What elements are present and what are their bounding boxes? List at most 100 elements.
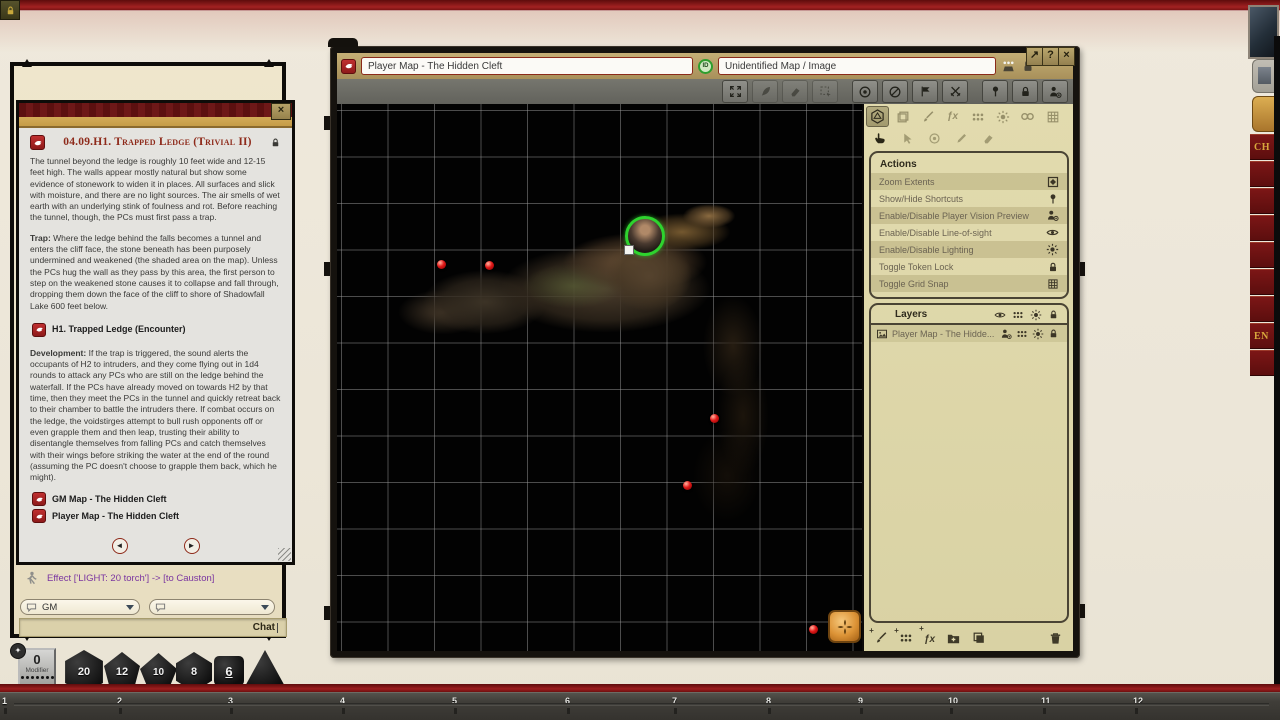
lock-icon[interactable] [1048, 328, 1059, 339]
player-vision-button[interactable] [1042, 80, 1068, 103]
shortcut-pin[interactable] [437, 260, 446, 269]
close-icon[interactable]: × [1058, 47, 1075, 66]
help-button[interactable]: ? [1042, 47, 1059, 66]
quill-button[interactable] [752, 80, 778, 103]
actions-title: Actions [871, 157, 1067, 173]
layers-mode-button[interactable] [891, 106, 914, 127]
layer-name: Player Map - The Hidde... [892, 329, 994, 339]
d20-mode-button[interactable] [866, 106, 889, 127]
brush-mode-button[interactable] [916, 106, 939, 127]
gm-map-link[interactable]: GM Map - The Hidden Cleft [32, 492, 281, 506]
hand-tool-button[interactable] [870, 129, 890, 147]
token-badge [624, 245, 634, 255]
close-icon[interactable]: × [271, 103, 291, 120]
pin-button[interactable] [982, 80, 1008, 103]
speaker-dropdown[interactable]: GM [20, 599, 140, 615]
target-tool-button[interactable] [924, 129, 944, 147]
mask-mode-button[interactable] [1016, 106, 1039, 127]
add-drawing-button[interactable]: + [874, 631, 888, 645]
fg-dragon-icon [32, 323, 46, 337]
no-vision-button[interactable] [882, 80, 908, 103]
previous-page-button[interactable]: ◄ [112, 538, 128, 554]
lighting-mode-button[interactable] [991, 106, 1014, 127]
id-badge: ID [698, 59, 713, 74]
eraser-button[interactable] [782, 80, 808, 103]
fg-dragon-icon [32, 509, 46, 523]
map-id-field[interactable] [718, 57, 996, 75]
hotkey-slot[interactable]: 1 [2, 696, 7, 706]
delete-layer-button[interactable] [1048, 631, 1063, 646]
layers-panel: Layers Player Map - The Hidde... [869, 303, 1069, 623]
pencil-tool-button[interactable] [951, 129, 971, 147]
target-dropdown[interactable] [149, 599, 275, 615]
modifier-label: Modifier [20, 667, 54, 674]
d6-die[interactable]: 6 [214, 656, 244, 686]
sidebar-label: CH [1254, 142, 1270, 153]
light-icon[interactable] [1030, 309, 1042, 321]
token-dots-icon[interactable] [1012, 309, 1024, 321]
eraser-tool-button[interactable] [978, 129, 998, 147]
light-icon[interactable] [1032, 328, 1044, 340]
map-terrain [337, 104, 862, 651]
share-players-icon[interactable] [1001, 59, 1016, 74]
shortcut-pin[interactable] [809, 625, 818, 634]
map-menu-button[interactable] [828, 610, 861, 643]
cursor-tool-button[interactable] [897, 129, 917, 147]
character-token[interactable] [625, 216, 665, 256]
grid-mode-button[interactable] [1041, 106, 1064, 127]
action-lighting[interactable]: Enable/Disable Lighting [871, 241, 1067, 258]
action-zoom-extents[interactable]: Zoom Extents [871, 173, 1067, 190]
copy-layer-button[interactable] [972, 631, 986, 645]
map-canvas[interactable] [337, 104, 862, 651]
frame-ornament [1080, 604, 1085, 618]
sidebar-collapse-button[interactable] [1252, 59, 1276, 93]
shortcut-pin[interactable] [485, 261, 494, 270]
select-button[interactable] [812, 80, 838, 103]
tokens-mode-button[interactable] [966, 106, 989, 127]
lock-icon[interactable] [1048, 309, 1059, 320]
story-window-titlebar[interactable] [19, 103, 292, 117]
action-show-hide-shortcuts[interactable]: Show/Hide Shortcuts [871, 190, 1067, 207]
add-tokens-button[interactable]: + [899, 631, 913, 645]
map-window: ID ↗ ? × [330, 46, 1080, 658]
chat-input-label: Chat [253, 622, 275, 633]
action-player-vision-preview[interactable]: Enable/Disable Player Vision Preview [871, 207, 1067, 224]
action-grid-snap[interactable]: Toggle Grid Snap [871, 275, 1067, 292]
layer-row[interactable]: Player Map - The Hidde... [871, 325, 1067, 342]
sidebar-edge [1274, 36, 1280, 692]
next-page-button[interactable]: ► [184, 538, 200, 554]
shortcut-pin[interactable] [710, 414, 719, 423]
eye-icon[interactable] [994, 309, 1006, 321]
add-folder-button[interactable] [946, 631, 961, 646]
speaker-value: GM [42, 602, 57, 613]
fx-mode-button[interactable]: ƒx [941, 106, 964, 127]
sidebar-gold-button[interactable] [1252, 96, 1276, 132]
token-dots-icon[interactable] [1016, 328, 1028, 340]
player-vision-icon [1046, 209, 1059, 222]
action-token-lock[interactable]: Toggle Token Lock [871, 258, 1067, 275]
add-fx-button[interactable]: +ƒx [924, 629, 935, 647]
target-button[interactable] [852, 80, 878, 103]
resize-grip[interactable] [278, 548, 291, 561]
token-lock-button[interactable] [1012, 80, 1038, 103]
encounter-link[interactable]: H1. Trapped Ledge (Encounter) [32, 323, 281, 337]
zoom-extents-button[interactable] [722, 80, 748, 103]
chat-input[interactable]: Chat [19, 618, 287, 637]
player-vision-icon[interactable] [1000, 328, 1012, 340]
parchment-edge [19, 117, 292, 128]
lock-icon[interactable] [270, 137, 281, 148]
frame-ornament [324, 116, 330, 130]
shortcut-pin[interactable] [683, 481, 692, 490]
player-map-link[interactable]: Player Map - The Hidden Cleft [32, 509, 281, 523]
fg-dragon-icon [30, 135, 45, 150]
popout-button[interactable]: ↗ [1026, 47, 1043, 66]
flag-button[interactable] [912, 80, 938, 103]
modifier-star-button[interactable]: ✦ [10, 643, 26, 659]
hotkey-groove [14, 703, 1269, 706]
panel-tool-toolbar [864, 128, 1073, 149]
desktop-lock-button[interactable] [0, 0, 20, 20]
crossed-swords-button[interactable] [942, 80, 968, 103]
grid-snap-icon [1047, 278, 1059, 290]
map-title-field[interactable] [361, 57, 693, 75]
action-line-of-sight[interactable]: Enable/Disable Line-of-sight [871, 224, 1067, 241]
